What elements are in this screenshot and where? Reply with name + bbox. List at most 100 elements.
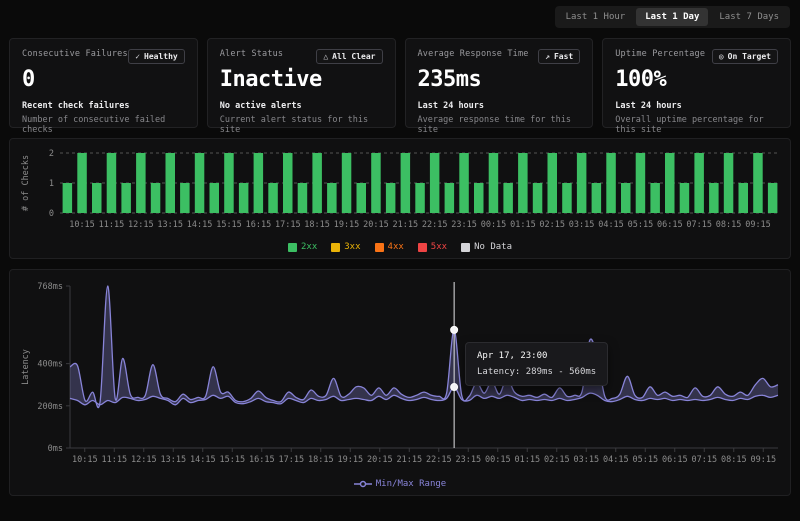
status-bar-2xx[interactable] — [136, 153, 146, 213]
status-bar-2xx[interactable] — [312, 153, 322, 213]
y-tick-label: 200ms — [37, 402, 63, 412]
badge-label: Healthy — [144, 52, 178, 61]
minmax-line-icon — [354, 480, 372, 488]
status-bar-2xx[interactable] — [665, 153, 675, 213]
status-bar-2xx[interactable] — [151, 183, 161, 213]
status-bar-2xx[interactable] — [77, 153, 87, 213]
status-bar-2xx[interactable] — [121, 183, 130, 213]
time-range-last-7-days[interactable]: Last 7 Days — [710, 8, 788, 26]
status-bar-2xx[interactable] — [195, 153, 205, 213]
card-title: Consecutive Failures — [22, 49, 128, 59]
status-bar-2xx[interactable] — [254, 153, 264, 213]
status-bar-2xx[interactable] — [606, 153, 616, 213]
x-tick-label: 23:15 — [456, 455, 482, 465]
checks-legend-item: 5xx — [418, 242, 447, 252]
status-bar-2xx[interactable] — [592, 183, 602, 213]
time-range-last-1-day[interactable]: Last 1 Day — [636, 8, 708, 26]
status-bar-2xx[interactable] — [474, 183, 484, 213]
time-range-last-1-hour[interactable]: Last 1 Hour — [557, 8, 635, 26]
x-tick-label: 12:15 — [128, 220, 154, 230]
status-bar-2xx[interactable] — [753, 153, 763, 213]
status-bar-2xx[interactable] — [401, 153, 411, 213]
status-bar-2xx[interactable] — [107, 153, 117, 213]
x-tick-label: 20:15 — [363, 220, 389, 230]
status-bar-2xx[interactable] — [680, 183, 690, 213]
x-tick-label: 05:15 — [628, 220, 654, 230]
x-tick-label: 08:15 — [721, 455, 747, 465]
x-tick-label: 04:15 — [603, 455, 629, 465]
x-tick-label: 15:15 — [220, 455, 246, 465]
status-bar-2xx[interactable] — [768, 183, 778, 213]
status-bar-2xx[interactable] — [724, 153, 734, 213]
status-bar-2xx[interactable] — [357, 183, 367, 213]
status-bar-2xx[interactable] — [489, 153, 499, 213]
x-tick-label: 01:15 — [515, 455, 541, 465]
x-tick-label: 08:15 — [716, 220, 742, 230]
card-title: Alert Status — [220, 49, 283, 59]
card-value: 0 — [22, 67, 185, 92]
status-bar-2xx[interactable] — [650, 183, 660, 213]
status-bar-2xx[interactable] — [533, 183, 543, 213]
status-bar-2xx[interactable] — [166, 153, 176, 213]
card-subtitle: Last 24 hours — [615, 101, 778, 111]
x-tick-label: 18:15 — [308, 455, 334, 465]
status-bar-2xx[interactable] — [239, 183, 249, 213]
status-bar-2xx[interactable] — [548, 153, 558, 213]
latency-line-chart[interactable]: 0ms200ms400ms768msLatency10:1511:1512:15… — [18, 276, 784, 476]
status-bar-2xx[interactable] — [430, 153, 440, 213]
status-bar-2xx[interactable] — [739, 183, 749, 213]
y-tick-label: 1 — [49, 179, 54, 189]
legend-label: Min/Max Range — [376, 479, 446, 489]
status-bar-2xx[interactable] — [709, 183, 719, 213]
x-tick-label: 23:15 — [451, 220, 477, 230]
status-bar-2xx[interactable] — [371, 153, 381, 213]
status-bar-2xx[interactable] — [327, 183, 337, 213]
status-bar-2xx[interactable] — [445, 183, 455, 213]
bell-icon: △ — [323, 52, 328, 61]
x-tick-label: 00:15 — [485, 455, 511, 465]
tooltip-timestamp: Apr 17, 23:00 — [477, 351, 596, 361]
status-bar-2xx[interactable] — [562, 183, 572, 213]
status-bar-2xx[interactable] — [386, 183, 396, 213]
max-latency-line — [70, 286, 778, 408]
status-bar-2xx[interactable] — [621, 183, 631, 213]
status-bar-2xx[interactable] — [180, 183, 190, 213]
x-tick-label: 10:15 — [69, 220, 95, 230]
card-average-response-time: Average Response Time ↗ Fast 235ms Last … — [405, 38, 594, 128]
status-bar-2xx[interactable] — [636, 153, 646, 213]
trending-up-icon: ↗ — [545, 52, 550, 61]
x-tick-label: 09:15 — [751, 455, 777, 465]
latency-chart-panel: 0ms200ms400ms768msLatency10:1511:1512:15… — [9, 269, 791, 496]
checks-legend-item: No Data — [461, 242, 512, 252]
x-tick-label: 10:15 — [72, 455, 98, 465]
x-tick-label: 19:15 — [338, 455, 364, 465]
latency-legend-item: Min/Max Range — [354, 479, 446, 489]
status-bar-2xx[interactable] — [224, 153, 234, 213]
checks-bar-chart[interactable]: 012# of Checks10:1511:1512:1513:1514:151… — [18, 145, 784, 239]
legend-swatch — [375, 243, 384, 252]
status-bar-2xx[interactable] — [210, 183, 220, 213]
legend-label: 3xx — [344, 242, 360, 252]
status-bar-2xx[interactable] — [92, 183, 102, 213]
status-bar-2xx[interactable] — [283, 153, 293, 213]
legend-label: 2xx — [301, 242, 317, 252]
x-tick-label: 06:15 — [657, 220, 683, 230]
x-tick-label: 17:15 — [275, 220, 301, 230]
status-bar-2xx[interactable] — [694, 153, 704, 213]
status-bar-2xx[interactable] — [503, 183, 513, 213]
status-bar-2xx[interactable] — [298, 183, 308, 213]
status-bar-2xx[interactable] — [459, 153, 469, 213]
status-bar-2xx[interactable] — [342, 153, 352, 213]
status-bar-2xx[interactable] — [268, 183, 278, 213]
status-bar-2xx[interactable] — [63, 183, 73, 213]
x-tick-label: 02:15 — [539, 220, 565, 230]
status-badge-on-target: ◎ On Target — [712, 49, 778, 64]
status-bar-2xx[interactable] — [518, 153, 528, 213]
y-axis-title: # of Checks — [21, 155, 31, 211]
tooltip-latency-value: Latency: 289ms - 560ms — [477, 367, 596, 377]
status-bar-2xx[interactable] — [577, 153, 587, 213]
status-bar-2xx[interactable] — [415, 183, 425, 213]
x-tick-label: 11:15 — [102, 455, 128, 465]
badge-label: Fast — [554, 52, 573, 61]
x-tick-label: 13:15 — [157, 220, 183, 230]
